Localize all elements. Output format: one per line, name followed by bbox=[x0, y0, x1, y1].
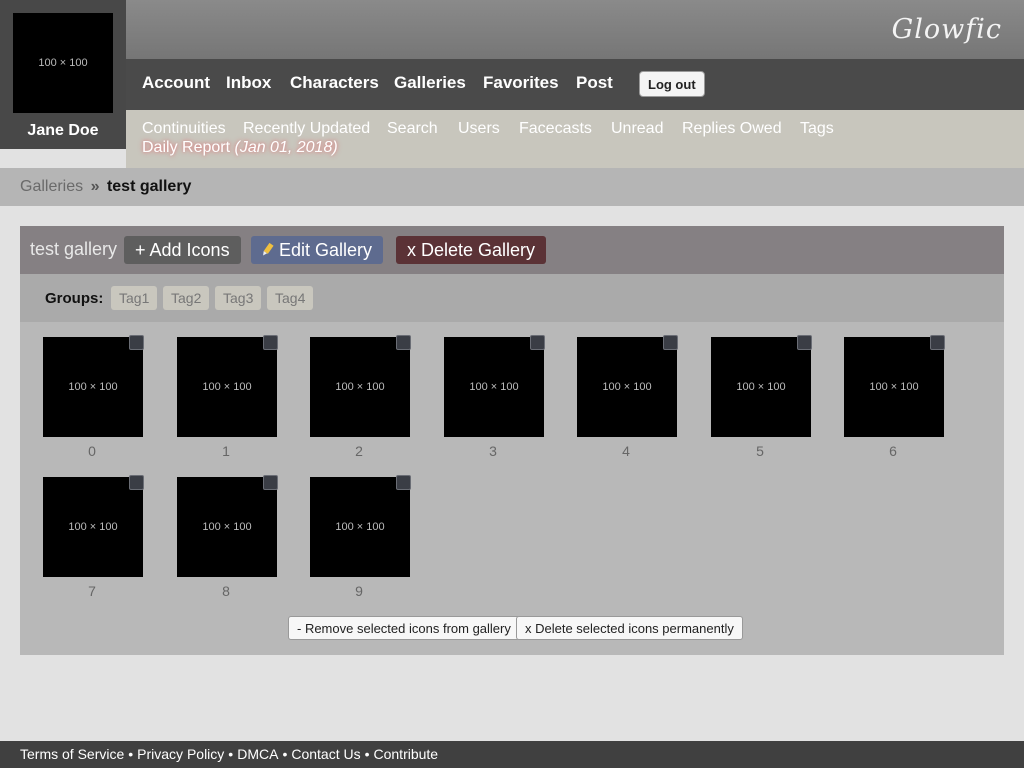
icon-image[interactable]: 100 × 100 bbox=[43, 477, 143, 577]
subnav-recently-updated[interactable]: Recently Updated bbox=[243, 120, 370, 138]
logo-band: Glowfic bbox=[126, 0, 1024, 59]
breadcrumb-separator: » bbox=[90, 178, 100, 195]
footer-dmca-link[interactable]: DMCA bbox=[237, 746, 278, 762]
icon-label[interactable]: 2 bbox=[307, 443, 411, 459]
nav-galleries[interactable]: Galleries bbox=[394, 73, 466, 93]
icon-image[interactable]: 100 × 100 bbox=[177, 477, 277, 577]
gallery-title: test gallery bbox=[30, 239, 118, 259]
icon-tile: 100 × 100 2 bbox=[307, 335, 411, 467]
icon-label[interactable]: 4 bbox=[574, 443, 678, 459]
groups-label: Groups: bbox=[45, 290, 104, 307]
breadcrumb-current: test gallery bbox=[106, 178, 192, 195]
tag-4[interactable]: Tag4 bbox=[267, 286, 314, 310]
tag-1[interactable]: Tag1 bbox=[111, 286, 158, 310]
icon-image[interactable]: 100 × 100 bbox=[577, 337, 677, 437]
icon-label[interactable]: 7 bbox=[40, 583, 144, 599]
site-footer: Terms of Service • Privacy Policy • DMCA • Con… bbox=[0, 741, 1024, 768]
daily-report-date: (Jan 01, 2018) bbox=[234, 139, 338, 156]
icon-image[interactable]: 100 × 100 bbox=[844, 337, 944, 437]
icon-tile: 100 × 100 8 bbox=[174, 475, 278, 607]
breadcrumb-galleries-link[interactable]: Galleries bbox=[20, 178, 83, 195]
tag-2[interactable]: Tag2 bbox=[163, 286, 210, 310]
icon-select-checkbox[interactable] bbox=[263, 335, 278, 350]
icon-tile: 100 × 100 6 bbox=[841, 335, 945, 467]
footer-contact-link[interactable]: Contact Us bbox=[291, 746, 360, 762]
groups-bar: Groups: Tag1 Tag2 Tag3 Tag4 bbox=[20, 274, 1004, 322]
delete-gallery-button[interactable]: x Delete Gallery bbox=[396, 236, 547, 264]
icon-tile: 100 × 100 4 bbox=[574, 335, 678, 467]
icon-tile: 100 × 100 9 bbox=[307, 475, 411, 607]
username[interactable]: Jane Doe bbox=[0, 122, 126, 140]
icon-select-checkbox[interactable] bbox=[396, 335, 411, 350]
sub-nav: Continuities Recently Updated Search Use… bbox=[126, 110, 1024, 168]
footer-separator: • bbox=[228, 746, 234, 762]
icon-tile: 100 × 100 0 bbox=[40, 335, 144, 467]
icon-label[interactable]: 8 bbox=[174, 583, 278, 599]
footer-separator: • bbox=[282, 746, 288, 762]
breadcrumb: Galleries » test gallery bbox=[20, 178, 191, 196]
footer-links: Terms of Service • Privacy Policy • DMCA • Con… bbox=[20, 746, 438, 762]
icon-select-checkbox[interactable] bbox=[663, 335, 678, 350]
icon-select-checkbox[interactable] bbox=[129, 335, 144, 350]
icon-select-checkbox[interactable] bbox=[530, 335, 545, 350]
icon-label[interactable]: 0 bbox=[40, 443, 144, 459]
site-header: Glowfic Account Inbox Characters Galleri… bbox=[0, 0, 1024, 168]
logout-button[interactable]: Log out bbox=[639, 71, 705, 97]
icon-select-checkbox[interactable] bbox=[930, 335, 945, 350]
delete-selected-icons-button[interactable]: x Delete selected icons permanently bbox=[516, 616, 743, 640]
icon-image[interactable]: 100 × 100 bbox=[310, 337, 410, 437]
icon-label[interactable]: 1 bbox=[174, 443, 278, 459]
icon-label[interactable]: 3 bbox=[441, 443, 545, 459]
icon-image[interactable]: 100 × 100 bbox=[310, 477, 410, 577]
icon-tile: 100 × 100 1 bbox=[174, 335, 278, 467]
user-block: 100 × 100 Jane Doe bbox=[0, 0, 126, 149]
icon-image[interactable]: 100 × 100 bbox=[177, 337, 277, 437]
footer-separator: • bbox=[128, 746, 134, 762]
add-icons-button[interactable]: + Add Icons bbox=[124, 236, 241, 264]
subnav-search[interactable]: Search bbox=[387, 120, 438, 138]
subnav-unread[interactable]: Unread bbox=[611, 120, 663, 138]
icon-tile: 100 × 100 3 bbox=[441, 335, 545, 467]
nav-account[interactable]: Account bbox=[142, 73, 210, 93]
icon-image[interactable]: 100 × 100 bbox=[444, 337, 544, 437]
icon-label[interactable]: 6 bbox=[841, 443, 945, 459]
nav-favorites[interactable]: Favorites bbox=[483, 73, 559, 93]
remove-selected-icons-button[interactable]: - Remove selected icons from gallery bbox=[288, 616, 520, 640]
pencil-icon bbox=[259, 241, 276, 259]
icon-label[interactable]: 5 bbox=[708, 443, 812, 459]
gallery-panel: test gallery + Add Icons Edit Gallery x … bbox=[20, 226, 1004, 655]
subnav-replies-owed[interactable]: Replies Owed bbox=[682, 120, 782, 138]
site-logo[interactable]: Glowfic bbox=[892, 14, 1002, 45]
icon-tile: 100 × 100 7 bbox=[40, 475, 144, 607]
nav-characters[interactable]: Characters bbox=[290, 73, 379, 93]
nav-inbox[interactable]: Inbox bbox=[226, 73, 271, 93]
icon-label[interactable]: 9 bbox=[307, 583, 411, 599]
edit-gallery-button[interactable]: Edit Gallery bbox=[251, 236, 384, 264]
footer-privacy-link[interactable]: Privacy Policy bbox=[137, 746, 224, 762]
icon-select-checkbox[interactable] bbox=[396, 475, 411, 490]
icon-select-checkbox[interactable] bbox=[797, 335, 812, 350]
subnav-facecasts[interactable]: Facecasts bbox=[519, 120, 592, 138]
footer-contribute-link[interactable]: Contribute bbox=[374, 746, 439, 762]
icon-image[interactable]: 100 × 100 bbox=[711, 337, 811, 437]
icon-select-checkbox[interactable] bbox=[129, 475, 144, 490]
footer-terms-link[interactable]: Terms of Service bbox=[20, 746, 124, 762]
icon-tile: 100 × 100 5 bbox=[708, 335, 812, 467]
daily-report-label: Daily Report bbox=[142, 139, 231, 156]
subnav-users[interactable]: Users bbox=[458, 120, 500, 138]
daily-report-link[interactable]: Daily Report (Jan 01, 2018) bbox=[142, 139, 338, 157]
main-nav: Account Inbox Characters Galleries Favor… bbox=[126, 59, 1024, 110]
gallery-header: test gallery + Add Icons Edit Gallery x … bbox=[20, 226, 1004, 274]
nav-post[interactable]: Post bbox=[576, 73, 613, 93]
tag-3[interactable]: Tag3 bbox=[215, 286, 262, 310]
icon-select-checkbox[interactable] bbox=[263, 475, 278, 490]
avatar[interactable]: 100 × 100 bbox=[13, 13, 113, 113]
footer-separator: • bbox=[364, 746, 370, 762]
subnav-tags[interactable]: Tags bbox=[800, 120, 834, 138]
breadcrumb-bar: Galleries » test gallery bbox=[0, 168, 1024, 206]
edit-gallery-label: Edit Gallery bbox=[279, 239, 373, 260]
subnav-continuities[interactable]: Continuities bbox=[142, 120, 226, 138]
icon-image[interactable]: 100 × 100 bbox=[43, 337, 143, 437]
